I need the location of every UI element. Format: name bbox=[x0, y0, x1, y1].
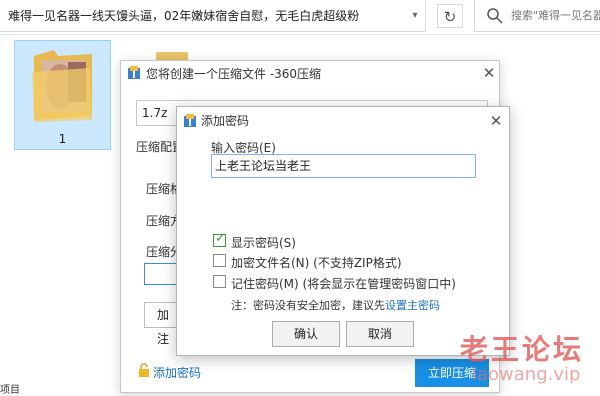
refresh-icon[interactable]: ↻ bbox=[437, 4, 463, 28]
security-note-text: 注：密码没有安全加密，建议先 bbox=[231, 299, 385, 312]
search-icon bbox=[487, 8, 503, 24]
chevron-down-icon[interactable]: ▾ bbox=[408, 8, 422, 24]
watermark-text: 老王论坛 bbox=[460, 333, 585, 366]
lock-icon bbox=[139, 363, 149, 377]
address-path[interactable]: 难得一见名器一线天馒头逼，02年嫩妹宿舍自慰，无毛白虎超级粉 bbox=[0, 0, 426, 32]
password-dialog-title: 添加密码 bbox=[201, 114, 250, 128]
dialog-title: 您将创建一个压缩文件 -360压缩 bbox=[146, 67, 322, 81]
close-icon[interactable]: ✕ bbox=[488, 110, 504, 132]
set-master-password-link[interactable]: 设置主密码 bbox=[385, 299, 440, 312]
remember-password-label: 记住密码(M) (将会显示在管理密码窗口中) bbox=[231, 277, 456, 291]
folder-name: 1 bbox=[58, 132, 67, 146]
folder-icon bbox=[32, 50, 92, 122]
encrypt-filename-label: 加密文件名(N) (不支持ZIP格式) bbox=[231, 256, 402, 270]
confirm-button[interactable]: 确认 bbox=[272, 321, 340, 347]
archive-icon bbox=[128, 66, 140, 79]
show-password-label: 显示密码(S) bbox=[231, 236, 296, 250]
archive-icon bbox=[184, 114, 196, 127]
encrypt-filename-checkbox[interactable] bbox=[213, 254, 226, 267]
add-password-link[interactable]: 添加密码 bbox=[153, 364, 201, 381]
show-password-checkbox[interactable] bbox=[213, 231, 226, 247]
split-size-input[interactable] bbox=[144, 263, 178, 285]
status-text: 项目 bbox=[0, 385, 20, 396]
cancel-button[interactable]: 取消 bbox=[346, 321, 414, 347]
search-input[interactable]: 搜索"难得一见名器一线天馒头逼 bbox=[511, 0, 600, 32]
close-icon[interactable]: ✕ bbox=[480, 62, 498, 84]
password-input[interactable]: 上老王论坛当老王 bbox=[211, 154, 476, 178]
add-comment-button[interactable]: 加注 bbox=[144, 302, 180, 346]
remember-password-checkbox[interactable] bbox=[213, 275, 226, 288]
security-note: 注：密码没有安全加密，建议先设置主密码 bbox=[231, 297, 440, 313]
watermark-url: laowang.vip bbox=[472, 364, 581, 385]
